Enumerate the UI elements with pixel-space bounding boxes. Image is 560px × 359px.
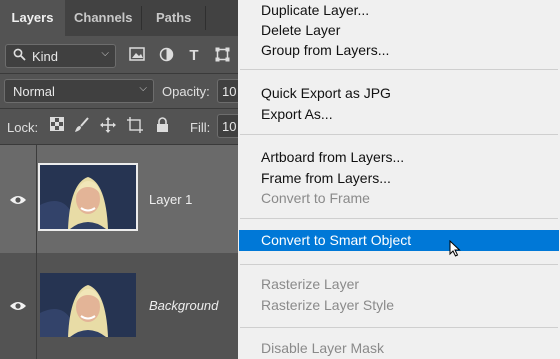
opacity-value: 10 <box>222 84 237 99</box>
menu-item-export-as[interactable]: Export As... <box>261 106 333 122</box>
menu-item-rasterize-layer-style: Rasterize Layer Style <box>261 297 395 313</box>
menu-item-frame-from-layers[interactable]: Frame from Layers... <box>261 170 391 186</box>
filter-kind-dropdown[interactable]: Kind ⌵ <box>5 44 116 68</box>
menu-item-quick-export-jpg[interactable]: Quick Export as JPG <box>261 85 391 101</box>
lock-transparent-pixels-icon[interactable] <box>48 117 66 135</box>
lock-artboard-icon[interactable] <box>126 117 144 135</box>
chevron-down-icon: ⌵ <box>139 83 147 94</box>
opacity-label: Opacity: <box>162 84 210 99</box>
lock-label: Lock: <box>7 120 39 135</box>
menu-separator <box>240 327 558 328</box>
menu-item-artboard-from-layers[interactable]: Artboard from Layers... <box>261 149 404 165</box>
menu-item-disable-layer-mask: Disable Layer Mask <box>261 340 384 356</box>
panel-tab-bar: Layers Channels Paths <box>0 0 240 36</box>
divider <box>0 108 240 109</box>
blend-mode-dropdown[interactable]: Normal ⌵ <box>4 79 154 103</box>
search-icon <box>13 48 26 64</box>
menu-item-convert-to-smart-object[interactable]: Convert to Smart Object <box>239 230 559 251</box>
tab-divider <box>205 6 206 30</box>
menu-separator <box>240 264 558 265</box>
mouse-cursor-icon <box>449 239 461 262</box>
pixel-filter-icon[interactable] <box>128 47 146 65</box>
menu-item-duplicate-layer[interactable]: Duplicate Layer... <box>261 2 369 18</box>
chevron-down-icon: ⌵ <box>101 48 109 59</box>
fill-label: Fill: <box>190 120 211 135</box>
tab-divider <box>141 6 142 30</box>
menu-item-convert-to-frame: Convert to Frame <box>261 190 370 206</box>
layer-row-layer-1[interactable]: Layer 1 <box>0 145 240 253</box>
lock-all-icon[interactable] <box>153 117 171 135</box>
adjustment-filter-icon[interactable] <box>157 47 175 65</box>
type-filter-icon[interactable]: T <box>185 47 203 65</box>
eye-icon[interactable] <box>9 193 27 205</box>
shape-filter-icon[interactable] <box>213 47 231 65</box>
blend-mode-value: Normal <box>13 84 55 99</box>
menu-item-label: Convert to Smart Object <box>261 232 412 248</box>
divider <box>36 145 37 253</box>
layer-name: Layer 1 <box>149 192 193 207</box>
lock-image-pixels-icon[interactable] <box>73 117 91 135</box>
fill-value: 10 <box>222 119 237 134</box>
filter-kind-label: Kind <box>32 49 59 64</box>
layer-context-menu: Duplicate Layer... Delete Layer Group fr… <box>238 0 560 359</box>
divider <box>0 73 240 74</box>
menu-item-rasterize-layer: Rasterize Layer <box>261 276 360 292</box>
tab-channels[interactable]: Channels <box>74 0 133 36</box>
tab-paths[interactable]: Paths <box>156 0 191 36</box>
layer-thumbnail[interactable] <box>38 163 138 231</box>
layer-name: Background <box>149 298 219 313</box>
lock-position-icon[interactable] <box>99 117 117 135</box>
layer-thumbnail[interactable] <box>40 273 136 337</box>
tab-layers[interactable]: Layers <box>0 0 65 36</box>
menu-item-group-from-layers[interactable]: Group from Layers... <box>261 42 389 58</box>
menu-item-delete-layer[interactable]: Delete Layer <box>261 22 340 38</box>
divider <box>36 253 37 359</box>
menu-separator <box>240 134 558 135</box>
eye-icon[interactable] <box>9 299 27 311</box>
menu-separator <box>240 69 558 70</box>
layers-panel: Layers Channels Paths Kind ⌵ T Normal ⌵ … <box>0 0 247 359</box>
layer-row-background[interactable]: Background <box>0 253 240 359</box>
menu-separator <box>240 218 558 219</box>
